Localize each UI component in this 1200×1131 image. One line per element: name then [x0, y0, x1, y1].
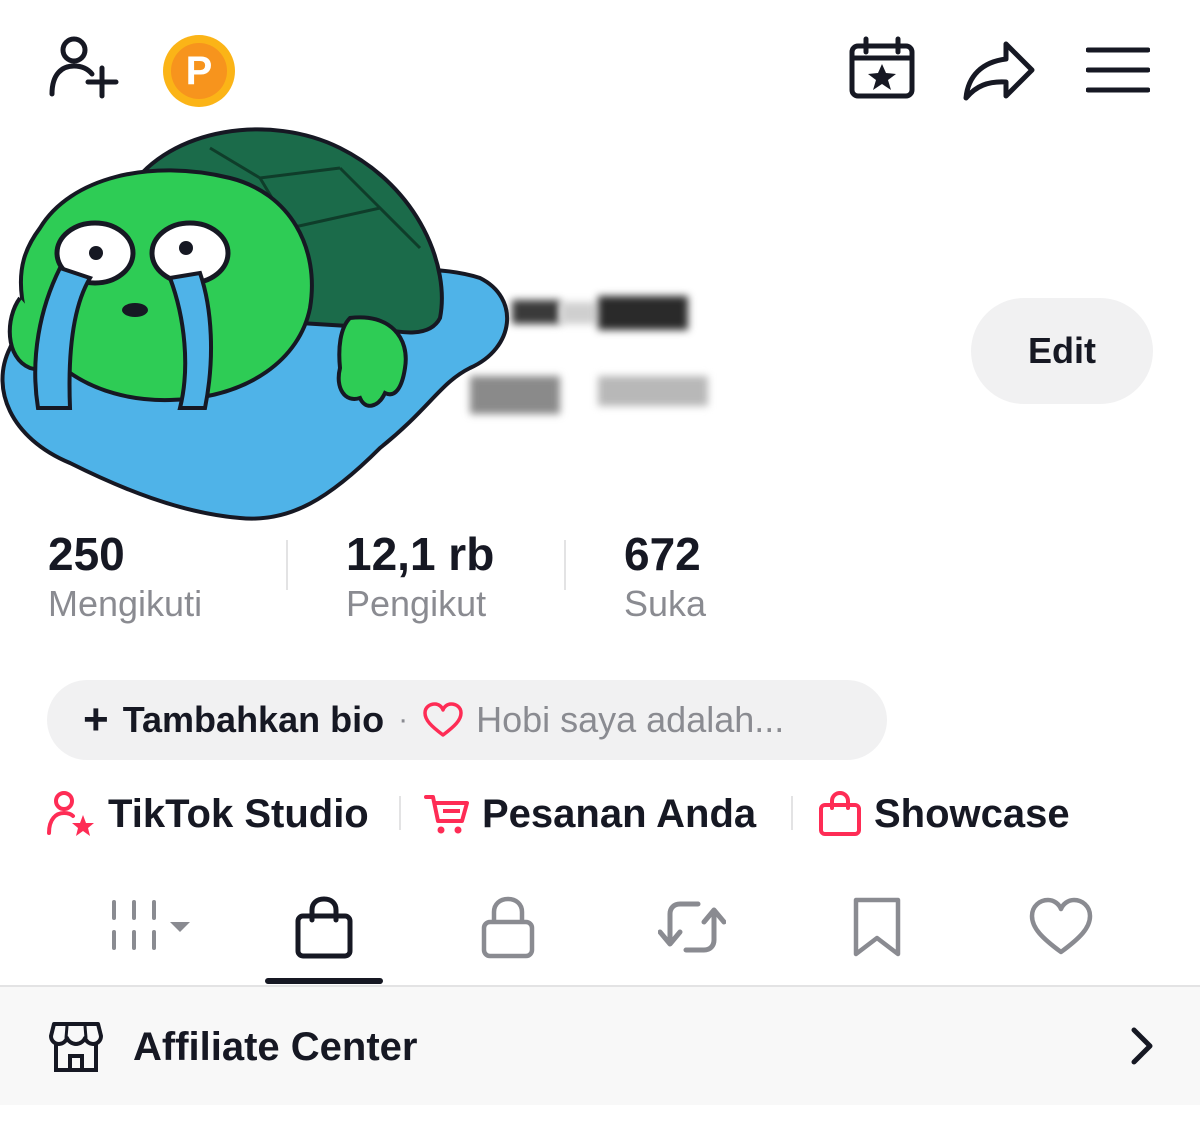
chevron-right-icon[interactable]: [1124, 1026, 1158, 1066]
stat-label: Mengikuti: [48, 583, 203, 624]
quick-link-label: Showcase: [874, 791, 1070, 836]
grid-icon: [112, 900, 190, 950]
affiliate-center-label: Affiliate Center: [133, 1025, 418, 1069]
username-redacted: [512, 300, 560, 324]
person-star-icon: [47, 791, 94, 836]
shopping-bag-icon: [295, 896, 353, 959]
tab-videos[interactable]: [108, 892, 198, 962]
quick-link-label: TikTok Studio: [108, 791, 369, 836]
hamburger-menu-icon[interactable]: [1086, 44, 1150, 96]
active-tab-indicator: [265, 978, 383, 984]
stat-likes[interactable]: 672 Suka: [624, 526, 706, 626]
handle-redacted: [470, 376, 560, 414]
heart-icon: [1029, 897, 1093, 955]
stat-label: Pengikut: [346, 583, 487, 624]
bookmark-icon: [853, 897, 901, 957]
plus-icon: +: [83, 695, 109, 744]
stat-followers[interactable]: 12,1 rb Pengikut: [346, 526, 494, 626]
cart-icon: [424, 795, 469, 834]
person-add-icon[interactable]: [44, 34, 120, 104]
bio-hint: Hobi saya adalah...: [476, 699, 785, 740]
orders-link[interactable]: Pesanan Anda: [424, 786, 756, 842]
calendar-star-icon[interactable]: [846, 36, 918, 102]
tiktok-studio-link[interactable]: TikTok Studio: [46, 786, 369, 842]
store-icon: [48, 1020, 104, 1074]
tab-liked[interactable]: [1028, 892, 1094, 962]
tab-repost[interactable]: [658, 892, 726, 962]
username-redacted: [560, 302, 596, 324]
stat-value: 672: [624, 528, 701, 580]
lock-icon: [481, 896, 535, 959]
quick-link-label: Pesanan Anda: [482, 791, 757, 836]
stat-following[interactable]: 250 Mengikuti: [48, 526, 202, 626]
share-arrow-icon[interactable]: [962, 38, 1036, 102]
avatar[interactable]: [0, 118, 520, 528]
tab-private[interactable]: [480, 892, 536, 962]
heart-icon: [423, 702, 463, 737]
add-bio-label: Tambahkan bio: [122, 699, 385, 740]
handle-redacted: [598, 376, 708, 406]
coin-label: P: [171, 43, 227, 99]
divider: [399, 796, 401, 830]
stat-value: 12,1 rb: [346, 528, 495, 580]
divider: [791, 796, 793, 830]
stat-value: 250: [48, 528, 125, 580]
edit-profile-button[interactable]: Edit: [971, 298, 1153, 404]
coin-icon[interactable]: P: [163, 35, 235, 107]
showcase-link[interactable]: Showcase: [818, 786, 1070, 842]
separator-dot: ·: [398, 703, 409, 736]
shopping-bag-icon: [819, 791, 861, 836]
divider: [286, 540, 288, 590]
tab-saved[interactable]: [850, 892, 904, 962]
add-bio-button[interactable]: + Tambahkan bio · Hobi saya adalah...: [47, 680, 887, 760]
divider: [564, 540, 566, 590]
username-redacted: [598, 296, 688, 330]
tab-shop[interactable]: [294, 892, 354, 962]
stat-label: Suka: [624, 583, 707, 624]
repost-icon: [658, 901, 726, 953]
